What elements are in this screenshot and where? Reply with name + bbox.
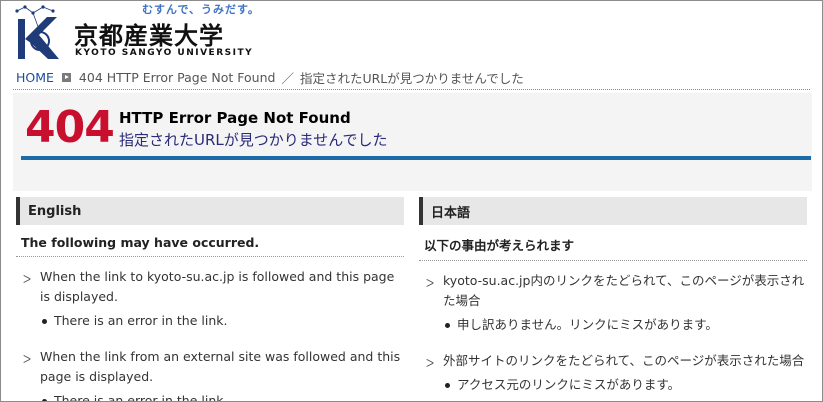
japanese-reason-text: 外部サイトのリンクをたどられて、このページが表示された場合: [443, 353, 805, 368]
university-name-japanese: 京都産業大学: [74, 22, 224, 50]
english-reason-item: ᐳ When the link to kyoto-su.ac.jp is fol…: [16, 267, 404, 331]
breadcrumb-current: 404 HTTP Error Page Not Found: [78, 69, 276, 85]
breadcrumb-separator: ／: [281, 70, 294, 86]
bullet-icon: [445, 323, 450, 328]
japanese-reason-detail: 申し訳ありません。リンクにミスがあります。: [443, 315, 807, 335]
english-reason-text: When the link from an external site was …: [40, 349, 401, 384]
error-banner-rule: [21, 156, 811, 160]
error-banner: 404 HTTP Error Page Not Found 指定されたURLが見…: [13, 93, 812, 191]
bullet-icon: [42, 319, 47, 324]
chevron-right-icon: ᐳ: [23, 273, 32, 286]
university-logo[interactable]: むすんで、うみだす。 京都産業大学 KYOTO SANGYO UNIVERSIT…: [9, 1, 269, 63]
english-reason-detail-text: There is an error in the link.: [54, 393, 228, 402]
japanese-reason-item: ᐳ kyoto-su.ac.jp内のリンクをたどられて、このページが表示された場…: [419, 271, 807, 335]
breadcrumb-home-link[interactable]: HOME: [16, 70, 54, 85]
japanese-reason-detail-text: 申し訳ありません。リンクにミスがあります。: [457, 317, 718, 332]
error-subtitle: 指定されたURLが見つかりませんでした: [119, 131, 388, 149]
japanese-reason-detail-text: アクセス元のリンクにミスがあります。: [457, 377, 681, 392]
breadcrumb-arrow-icon: [61, 72, 71, 82]
chevron-right-icon: ᐳ: [23, 353, 32, 366]
chevron-right-icon: ᐳ: [426, 357, 435, 370]
breadcrumb-current-japanese: 指定されたURLが見つかりませんでした: [299, 70, 524, 86]
bullet-icon: [445, 383, 450, 388]
english-reason-detail: There is an error in the link.: [40, 311, 404, 331]
japanese-reason-item: ᐳ 外部サイトのリンクをたどられて、このページが表示された場合 アクセス元のリン…: [419, 351, 807, 395]
error-code: 404: [25, 102, 115, 153]
japanese-subheading: 以下の事由が考えられます: [419, 235, 807, 261]
english-reason-item: ᐳ When the link from an external site wa…: [16, 347, 404, 402]
page-frame: むすんで、うみだす。 京都産業大学 KYOTO SANGYO UNIVERSIT…: [0, 0, 823, 402]
japanese-heading: 日本語: [419, 197, 807, 225]
error-title: HTTP Error Page Not Found: [119, 109, 351, 127]
breadcrumb: HOME 404 HTTP Error Page Not Found ／ 指定さ…: [16, 66, 811, 88]
university-logo-mark-icon: [15, 5, 59, 59]
japanese-reason-text: kyoto-su.ac.jp内のリンクをたどられて、このページが表示された場合: [443, 273, 805, 308]
english-reason-detail-text: There is an error in the link.: [54, 313, 228, 328]
university-name-english: KYOTO SANGYO UNIVERSITY: [75, 48, 254, 58]
english-reason-text: When the link to kyoto-su.ac.jp is follo…: [40, 269, 395, 304]
japanese-reason-detail: アクセス元のリンクにミスがあります。: [443, 375, 807, 395]
english-column: English The following may have occurred.…: [16, 197, 404, 402]
japanese-column: 日本語 以下の事由が考えられます ᐳ kyoto-su.ac.jp内のリンクをた…: [419, 197, 807, 395]
university-tagline: むすんで、うみだす。: [142, 3, 260, 16]
english-heading: English: [16, 197, 404, 225]
chevron-right-icon: ᐳ: [426, 277, 435, 290]
english-reason-detail: There is an error in the link.: [40, 391, 404, 402]
breadcrumb-divider: [13, 89, 810, 90]
english-subheading: The following may have occurred.: [16, 235, 404, 257]
